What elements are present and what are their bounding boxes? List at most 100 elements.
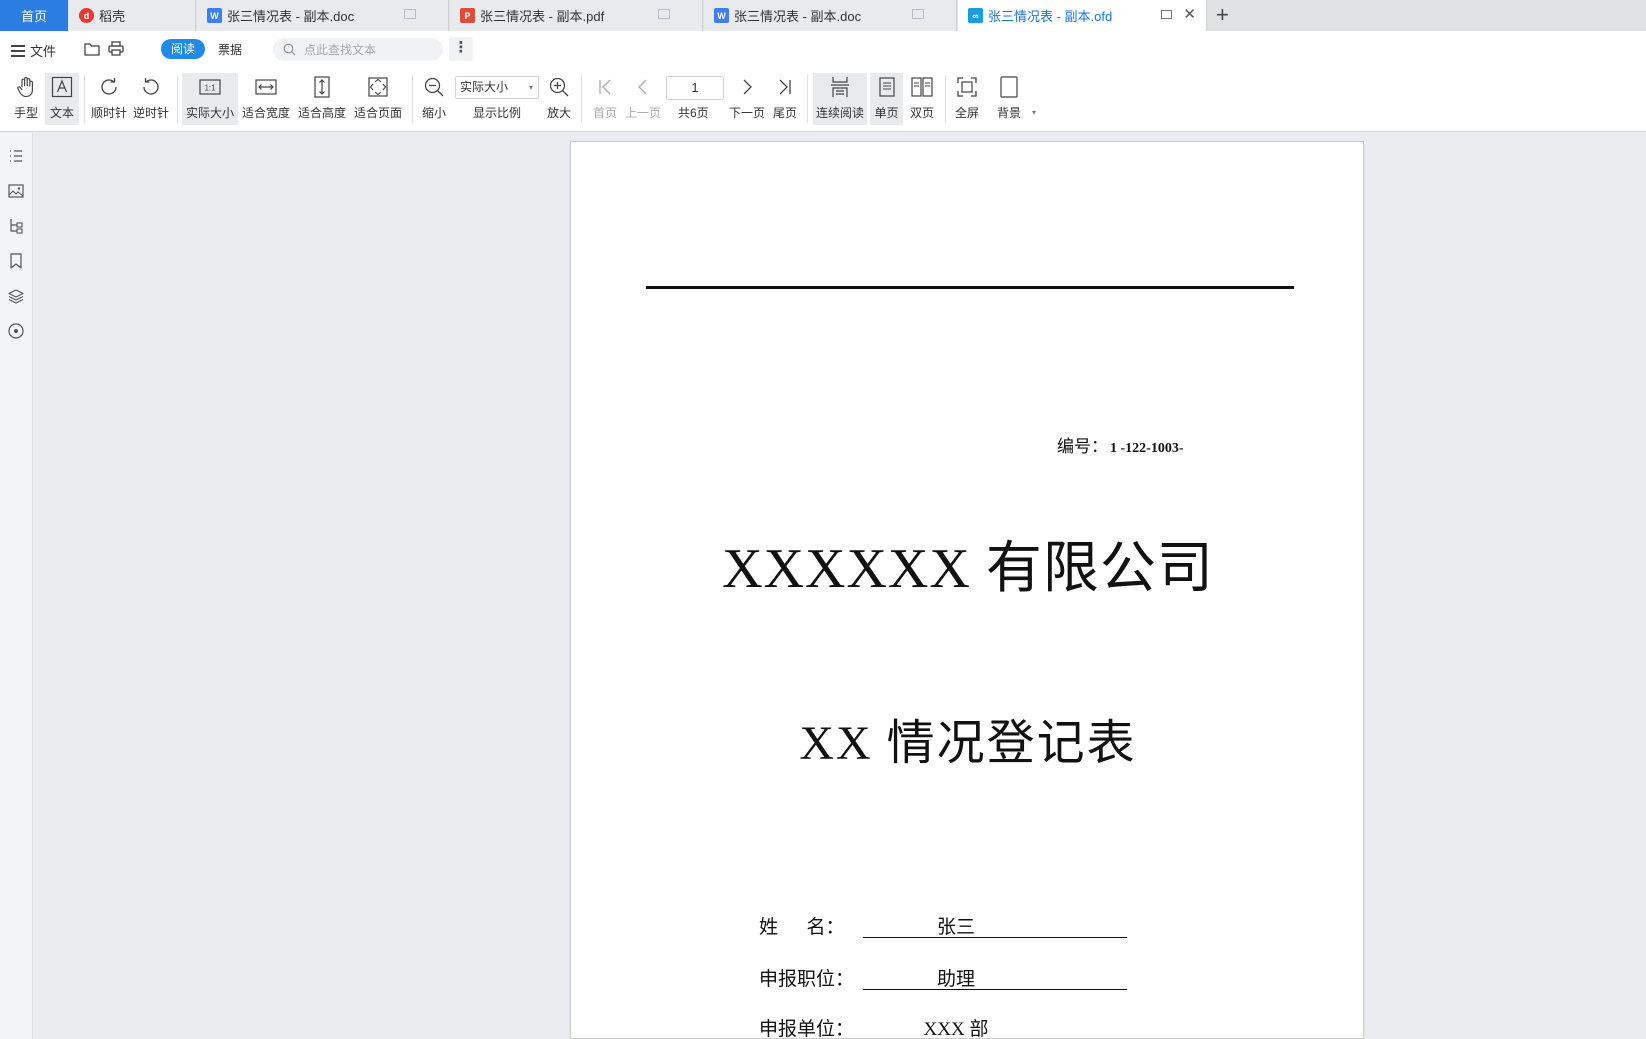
invoice-button[interactable]: 票据	[218, 41, 242, 58]
layers-icon[interactable]	[7, 287, 25, 305]
chevron-right-icon	[743, 79, 752, 95]
tab-bar: 首页 d 稻壳 W 张三情况表 - 副本.doc P 张三情况表 - 副本.pd…	[0, 0, 1646, 31]
prev-page-button[interactable]: 上一页	[622, 73, 664, 125]
page-number-input[interactable]: 1	[666, 76, 724, 100]
monitor-icon[interactable]	[912, 9, 924, 19]
annotation-icon[interactable]	[7, 322, 25, 340]
thumbnail-image-icon[interactable]	[7, 182, 25, 200]
tab-doc-1[interactable]: W 张三情况表 - 副本.doc	[197, 0, 449, 31]
tab-label: 稻壳	[99, 9, 126, 24]
page-total-label: 共6页	[678, 106, 709, 120]
fullscreen-label: 全屏	[954, 106, 979, 120]
fit-height-button[interactable]: 适合高度	[296, 73, 348, 125]
word-doc-icon: W	[714, 8, 729, 23]
bookmark-icon[interactable]	[7, 252, 25, 270]
open-folder-icon[interactable]	[84, 42, 100, 56]
fit-height-icon	[314, 76, 330, 98]
toolbar-separator	[177, 75, 178, 123]
dropdown-caret-icon: ▾	[528, 83, 533, 92]
zoom-select[interactable]: 实际大小 ▾	[455, 76, 539, 99]
tab-doc-2[interactable]: W 张三情况表 - 副本.doc	[704, 0, 957, 31]
background-icon	[1000, 76, 1018, 98]
document-number: 编号： 1 -122-1003-	[1057, 432, 1184, 457]
zoom-select-value: 实际大小	[460, 80, 509, 94]
rotate-counterclockwise-icon	[143, 78, 159, 95]
monitor-icon[interactable]	[1161, 10, 1172, 19]
tab-label: 首页	[20, 9, 47, 24]
hand-tool-label: 手型	[13, 106, 38, 120]
toolbar-separator	[581, 75, 582, 123]
field-value-unit: XXX 部	[923, 1019, 989, 1039]
rotate-counterclockwise-button[interactable]: 逆时针	[131, 73, 171, 125]
rotate-clockwise-icon	[101, 78, 117, 95]
tab-ofd-active[interactable]: ∞ 张三情况表 - 副本.ofd ✕	[958, 0, 1207, 31]
continuous-read-label: 连续阅读	[815, 106, 864, 120]
fit-page-button[interactable]: 适合页面	[352, 73, 404, 125]
file-menu-label: 文件	[30, 44, 57, 59]
last-page-label: 尾页	[772, 106, 797, 120]
first-page-button[interactable]: 首页	[590, 73, 620, 125]
zoom-out-icon	[424, 77, 444, 97]
fullscreen-icon	[957, 77, 977, 97]
document-number-label: 编号：	[1057, 437, 1108, 456]
single-page-button[interactable]: 单页	[870, 73, 903, 125]
hand-tool-button[interactable]: 手型	[8, 73, 44, 125]
new-tab-button[interactable]: +	[1216, 3, 1229, 27]
search-input[interactable]: 点此查找文本	[273, 38, 443, 61]
fit-page-icon	[368, 77, 388, 97]
field-underline	[863, 937, 1127, 938]
zoom-out-button[interactable]: 缩小	[418, 73, 450, 125]
more-options-button[interactable]: ⋮	[449, 37, 473, 61]
file-menu-button[interactable]: 文件	[11, 41, 56, 60]
dropdown-caret-icon[interactable]: ▾	[1032, 108, 1036, 117]
tab-home[interactable]: 首页	[0, 0, 68, 31]
toolbar: 手型 文本 顺时针 逆时针 1:1 实际大小 适合宽度 适合高度 适合页面 缩小…	[0, 67, 1646, 132]
search-icon	[283, 43, 296, 56]
print-icon[interactable]	[108, 41, 124, 56]
tab-label: 张三情况表 - 副本.doc	[227, 9, 355, 24]
fit-width-button[interactable]: 适合宽度	[240, 73, 292, 125]
tab-daoke[interactable]: d 稻壳	[69, 0, 196, 31]
tab-label: 张三情况表 - 副本.pdf	[480, 9, 605, 24]
zoom-in-button[interactable]: 放大	[544, 73, 574, 125]
menu-row: 文件 阅读 票据 点此查找文本 ⋮	[0, 31, 1646, 67]
single-page-label: 单页	[874, 106, 899, 120]
toolbar-separator	[412, 75, 413, 123]
background-button[interactable]: 背景	[992, 73, 1026, 125]
company-title: XXXXXX 有限公司	[722, 538, 1214, 600]
next-page-button[interactable]: 下一页	[727, 73, 767, 125]
document-page: 编号： 1 -122-1003- XXXXXX 有限公司 XX 情况登记表 姓 名…	[570, 141, 1364, 1039]
outline-list-icon[interactable]	[7, 147, 25, 165]
next-page-label: 下一页	[728, 106, 765, 120]
tab-pdf[interactable]: P 张三情况表 - 副本.pdf	[450, 0, 703, 31]
close-icon[interactable]: ✕	[1183, 7, 1196, 22]
read-mode-button[interactable]: 阅读	[161, 39, 205, 59]
rotate-clockwise-label: 顺时针	[90, 106, 127, 120]
fullscreen-button[interactable]: 全屏	[950, 73, 984, 125]
toolbar-separator	[84, 75, 85, 123]
word-doc-icon: W	[207, 8, 222, 23]
double-page-button[interactable]: 双页	[905, 73, 939, 125]
field-label-position: 申报职位：	[759, 969, 855, 990]
continuous-read-button[interactable]: 连续阅读	[813, 73, 867, 125]
fit-width-icon	[255, 79, 277, 95]
text-select-icon	[51, 76, 73, 98]
last-page-icon	[779, 79, 791, 95]
prev-page-label: 上一页	[624, 106, 661, 120]
monitor-icon[interactable]	[658, 9, 670, 19]
zoom-in-label: 放大	[546, 106, 571, 120]
structure-tree-icon[interactable]	[7, 217, 25, 235]
rotate-clockwise-button[interactable]: 顺时针	[89, 73, 129, 125]
hamburger-icon	[11, 45, 25, 57]
monitor-icon[interactable]	[404, 9, 416, 19]
field-underline	[863, 989, 1127, 990]
daoke-icon: d	[79, 8, 94, 23]
chevron-left-icon	[638, 79, 647, 95]
actual-size-button[interactable]: 1:1 实际大小	[182, 73, 238, 125]
first-page-label: 首页	[592, 106, 617, 120]
actual-size-icon: 1:1	[199, 79, 221, 95]
pdf-icon: P	[460, 8, 475, 23]
continuous-read-icon	[831, 77, 849, 97]
last-page-button[interactable]: 尾页	[770, 73, 800, 125]
text-tool-button[interactable]: 文本	[45, 73, 79, 125]
